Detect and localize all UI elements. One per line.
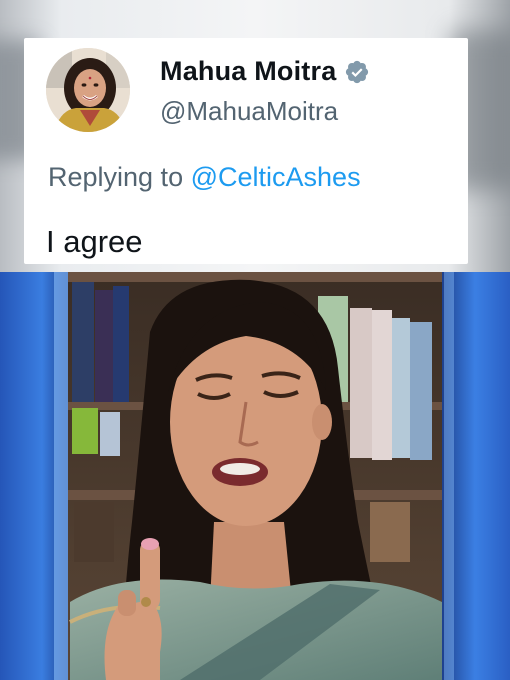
tweet-card: Mahua Moitra @MahuaMoitra Replying to @C… (24, 38, 468, 264)
user-handle[interactable]: @MahuaMoitra (160, 96, 338, 127)
verified-badge-icon (344, 59, 370, 85)
replying-to-label: Replying to (48, 162, 184, 192)
avatar-photo (46, 48, 130, 132)
tv-broadcast-photo (0, 272, 510, 680)
reply-context: Replying to @CelticAshes (48, 162, 361, 193)
display-name-row: Mahua Moitra (160, 56, 370, 87)
tweet-media-photo[interactable] (0, 272, 510, 680)
display-name[interactable]: Mahua Moitra (160, 56, 336, 87)
avatar[interactable] (46, 48, 130, 132)
reply-mention-link[interactable]: @CelticAshes (191, 162, 361, 192)
tweet-text: I agree (46, 224, 143, 259)
